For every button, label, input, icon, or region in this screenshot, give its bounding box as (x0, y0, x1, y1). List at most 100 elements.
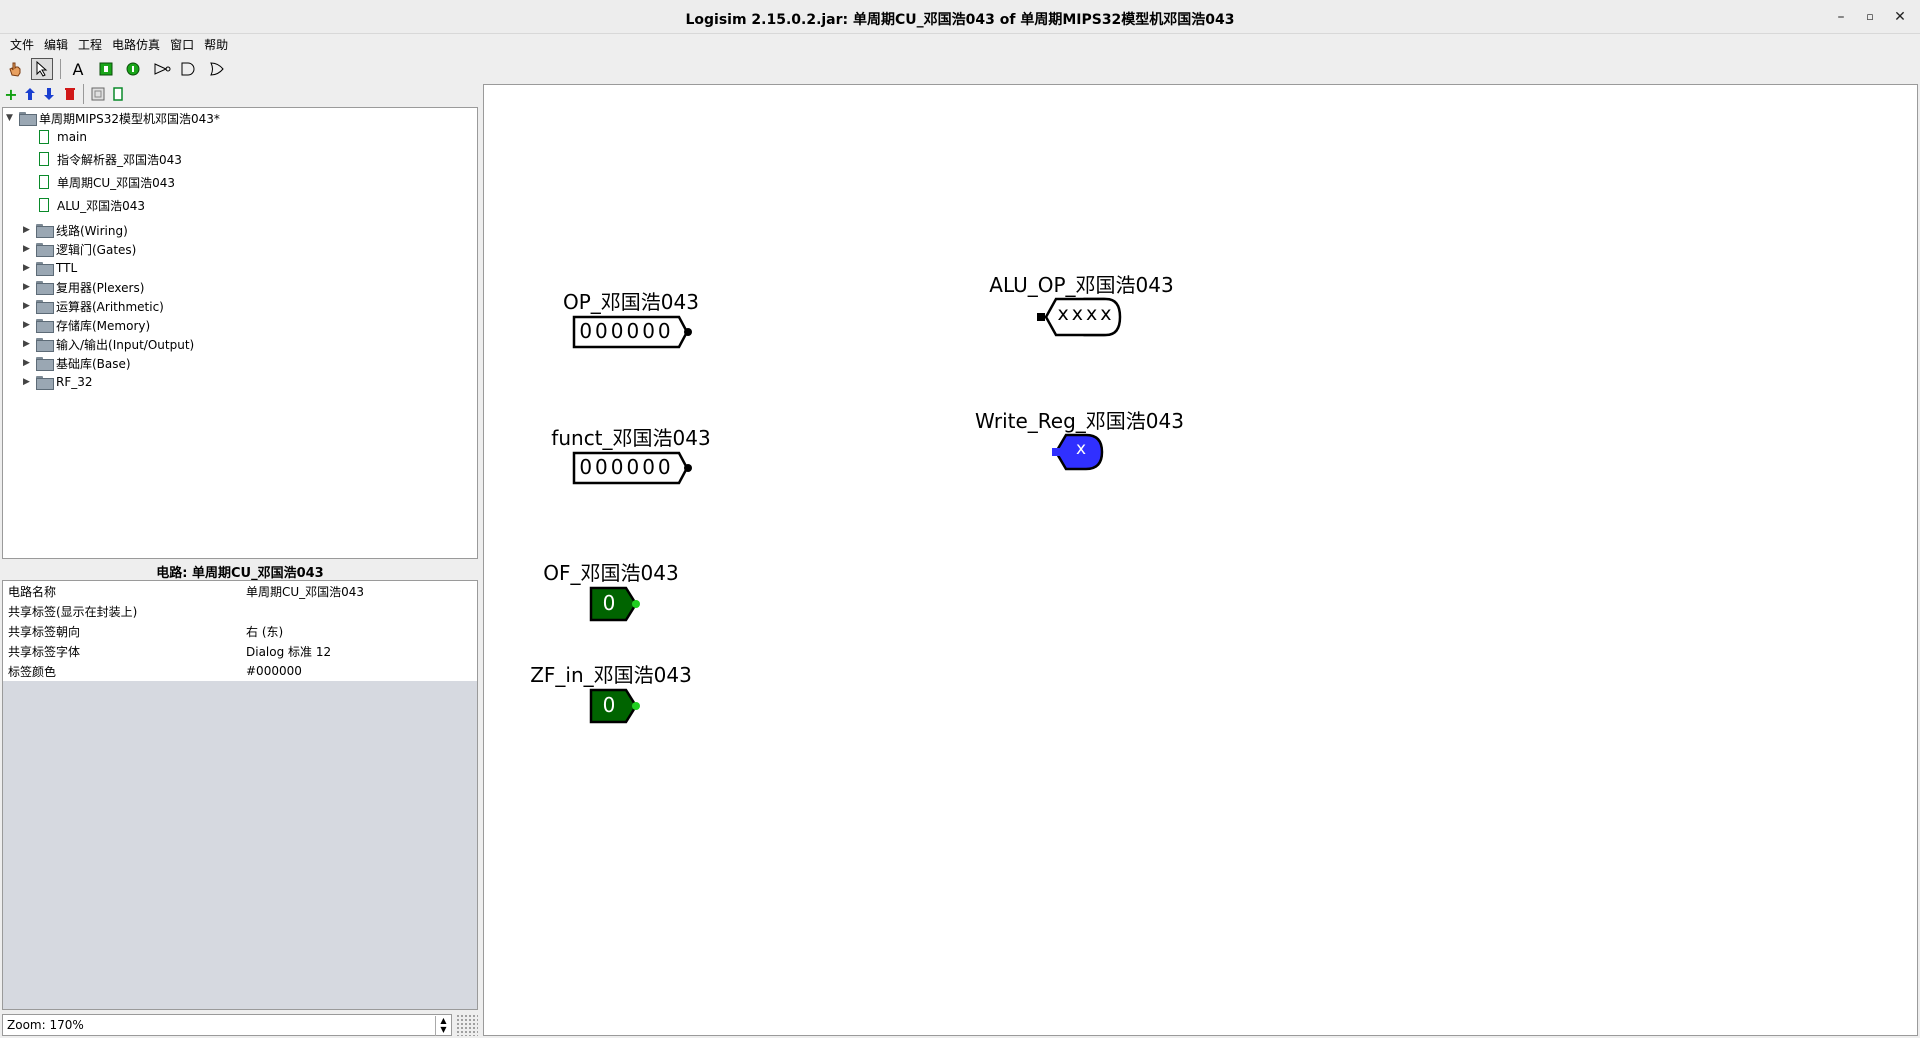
folder-icon (36, 262, 54, 276)
folder-icon (36, 376, 54, 390)
circuit-icon (39, 152, 49, 166)
zoom-field[interactable]: Zoom: 170% (2, 1014, 452, 1036)
menu-edit[interactable]: 编辑 (39, 34, 73, 53)
collapse-icon[interactable]: ▼ (6, 113, 16, 123)
or-gate-icon[interactable] (206, 58, 228, 80)
folder-icon (36, 281, 54, 295)
writereg-value: x (1075, 439, 1087, 459)
writereg-label: Write_Reg_邓国浩043 (975, 409, 1184, 433)
library-memory[interactable]: ▶ 存储库(Memory) (23, 316, 150, 334)
library-wiring[interactable]: ▶ 线路(Wiring) (23, 221, 128, 239)
property-key: 共享标签字体 (8, 644, 81, 659)
property-key: 共享标签(显示在封装上) (8, 604, 138, 619)
library-label: 运算器(Arithmetic) (56, 299, 164, 314)
library-base[interactable]: ▶ 基础库(Base) (23, 354, 131, 372)
property-key: 共享标签朝向 (8, 624, 81, 639)
op-value: 000000 (579, 319, 674, 343)
menu-file[interactable]: 文件 (5, 34, 39, 53)
maximize-icon[interactable]: ▫ (1861, 8, 1879, 26)
expand-icon[interactable]: ▶ (23, 377, 33, 387)
edit-layout-icon[interactable] (87, 83, 109, 105)
property-value[interactable]: 单周期CU_邓国浩043 (241, 581, 477, 601)
delete-circuit-icon[interactable] (59, 83, 81, 105)
magnifier-circuit-icon (39, 175, 49, 189)
property-row[interactable]: 共享标签朝向 右 (东) (3, 621, 477, 641)
property-value[interactable]: Dialog 标准 12 (241, 641, 477, 661)
canvas-drawing (572, 297, 1122, 724)
expand-icon[interactable]: ▶ (23, 225, 33, 235)
poke-tool-icon[interactable] (4, 58, 26, 80)
expand-icon[interactable]: ▶ (23, 339, 33, 349)
expand-icon[interactable]: ▶ (23, 320, 33, 330)
expand-icon[interactable]: ▶ (23, 301, 33, 311)
aluop-value: xxxx (1057, 303, 1115, 325)
zoom-spinner[interactable]: ▲ ▼ (435, 1016, 451, 1036)
zf-port-dot (632, 702, 640, 710)
property-row[interactable]: 标签颜色 #000000 (3, 661, 477, 681)
zf-value: 0 (602, 693, 616, 717)
of-port-dot (632, 600, 640, 608)
menu-bar: 文件 编辑 工程 电路仿真 窗口 帮助 (0, 34, 1920, 54)
property-value[interactable] (241, 601, 477, 621)
library-io[interactable]: ▶ 输入/输出(Input/Output) (23, 335, 194, 353)
property-value[interactable]: 右 (东) (241, 621, 477, 641)
library-gates[interactable]: ▶ 逻辑门(Gates) (23, 240, 136, 258)
circuit-item-alu[interactable]: ALU_邓国浩043 (39, 196, 145, 214)
not-gate-icon[interactable] (151, 58, 173, 80)
property-row[interactable]: 共享标签字体 Dialog 标准 12 (3, 641, 477, 661)
properties-table: 电路名称 单周期CU_邓国浩043 共享标签(显示在封装上) 共享标签朝向 右 (东… (3, 581, 477, 681)
library-label: 存储库(Memory) (56, 318, 151, 333)
edit-appearance-icon[interactable] (107, 83, 129, 105)
funct-value: 000000 (579, 455, 674, 479)
resize-grip[interactable] (456, 1014, 478, 1036)
library-label: 线路(Wiring) (56, 223, 128, 238)
circuit-label: 单周期CU_邓国浩043 (57, 175, 176, 190)
minimize-icon[interactable]: – (1832, 8, 1850, 26)
title-bar: Logisim 2.15.0.2.jar: 单周期CU_邓国浩043 of 单周… (0, 0, 1920, 34)
of-value: 0 (602, 591, 616, 615)
circuit-item-main[interactable]: main (39, 128, 87, 146)
select-tool-icon[interactable] (31, 58, 53, 80)
library-rf32[interactable]: ▶ RF_32 (23, 373, 93, 391)
expand-icon[interactable]: ▶ (23, 282, 33, 292)
of-label: OF_邓国浩043 (543, 561, 679, 585)
folder-icon (36, 319, 54, 333)
funct-label: funct_邓国浩043 (551, 426, 711, 450)
library-plexers[interactable]: ▶ 复用器(Plexers) (23, 278, 144, 296)
property-row[interactable]: 电路名称 单周期CU_邓国浩043 (3, 581, 477, 601)
close-icon[interactable]: ✕ (1891, 8, 1909, 26)
circuit-canvas[interactable]: OP_邓国浩043 000000 funct_邓国浩043 000000 OF_… (483, 84, 1918, 1036)
menu-window[interactable]: 窗口 (165, 34, 199, 53)
library-ttl[interactable]: ▶ TTL (23, 259, 77, 277)
library-label: TTL (56, 261, 78, 275)
folder-icon (36, 338, 54, 352)
folder-icon (36, 243, 54, 257)
library-label: 复用器(Plexers) (56, 280, 145, 295)
aluop-label: ALU_OP_邓国浩043 (989, 273, 1174, 297)
circuit-item-decoder[interactable]: 指令解析器_邓国浩043 (39, 150, 182, 168)
op-label: OP_邓国浩043 (563, 290, 699, 314)
project-toolbar: + (0, 84, 480, 104)
menu-simulate[interactable]: 电路仿真 (107, 34, 165, 53)
and-gate-icon[interactable] (177, 58, 199, 80)
input-pin-icon[interactable] (95, 58, 117, 80)
expand-icon[interactable]: ▶ (23, 244, 33, 254)
property-row[interactable]: 共享标签(显示在封装上) (3, 601, 477, 621)
menu-help[interactable]: 帮助 (199, 34, 233, 53)
project-root[interactable]: ▼ 单周期MIPS32模型机邓国浩043* (6, 109, 220, 127)
move-down-icon[interactable] (38, 83, 60, 105)
properties-header: 电路: 单周期CU_邓国浩043 (156, 566, 324, 581)
writereg-port (1052, 448, 1060, 456)
library-arithmetic[interactable]: ▶ 运算器(Arithmetic) (23, 297, 164, 315)
library-label: 逻辑门(Gates) (56, 242, 137, 257)
expand-icon[interactable]: ▶ (23, 358, 33, 368)
circuit-item-cu[interactable]: 单周期CU_邓国浩043 (39, 173, 175, 191)
output-pin-icon[interactable] (122, 58, 144, 80)
folder-icon (36, 357, 54, 371)
aluop-port (1037, 313, 1045, 321)
expand-icon[interactable]: ▶ (23, 263, 33, 273)
menu-project[interactable]: 工程 (73, 34, 107, 53)
property-value[interactable]: #000000 (241, 661, 477, 681)
text-tool-icon[interactable]: A (67, 58, 89, 80)
folder-icon (36, 300, 54, 314)
